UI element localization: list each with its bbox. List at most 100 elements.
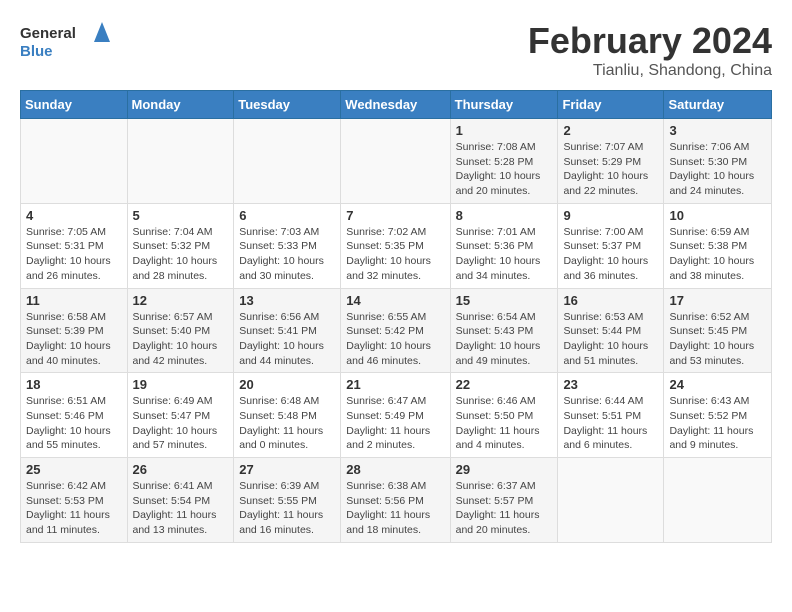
day-number: 25 <box>26 462 122 477</box>
page-header: General Blue February 2024 Tianliu, Shan… <box>20 20 772 80</box>
day-number: 22 <box>456 377 553 392</box>
day-info: Sunrise: 7:06 AM Sunset: 5:30 PM Dayligh… <box>669 140 766 199</box>
calendar-cell: 3 Sunrise: 7:06 AM Sunset: 5:30 PM Daylig… <box>664 119 772 204</box>
day-info: Sunrise: 6:49 AM Sunset: 5:47 PM Dayligh… <box>133 394 229 453</box>
day-number: 7 <box>346 208 444 223</box>
day-number: 4 <box>26 208 122 223</box>
day-number: 21 <box>346 377 444 392</box>
day-info: Sunrise: 6:47 AM Sunset: 5:49 PM Dayligh… <box>346 394 444 453</box>
header-day-tuesday: Tuesday <box>234 91 341 119</box>
calendar-cell: 5Sunrise: 7:04 AM Sunset: 5:32 PM Daylig… <box>127 203 234 288</box>
day-info: Sunrise: 6:51 AM Sunset: 5:46 PM Dayligh… <box>26 394 122 453</box>
calendar-cell <box>127 119 234 204</box>
location-label: Tianliu, Shandong, China <box>528 62 772 80</box>
calendar-cell: 24 Sunrise: 6:43 AM Sunset: 5:52 PM Dayli… <box>664 373 772 458</box>
day-info: Sunrise: 6:41 AM Sunset: 5:54 PM Dayligh… <box>133 479 229 538</box>
svg-text:Blue: Blue <box>20 43 53 60</box>
day-number: 23 <box>563 377 658 392</box>
title-block: February 2024 Tianliu, Shandong, China <box>528 20 772 80</box>
day-info: Sunrise: 7:07 AM Sunset: 5:29 PM Dayligh… <box>563 140 658 199</box>
day-info: Sunrise: 6:46 AM Sunset: 5:50 PM Dayligh… <box>456 394 553 453</box>
calendar-cell: 20 Sunrise: 6:48 AM Sunset: 5:48 PM Dayli… <box>234 373 341 458</box>
calendar-cell: 11 Sunrise: 6:58 AM Sunset: 5:39 PM Dayli… <box>21 288 128 373</box>
day-number: 27 <box>239 462 335 477</box>
calendar-cell: 12 Sunrise: 6:57 AM Sunset: 5:40 PM Dayli… <box>127 288 234 373</box>
calendar-cell: 18 Sunrise: 6:51 AM Sunset: 5:46 PM Dayli… <box>21 373 128 458</box>
day-number: 6 <box>239 208 335 223</box>
logo: General Blue <box>20 20 110 64</box>
calendar-cell: 26 Sunrise: 6:41 AM Sunset: 5:54 PM Dayli… <box>127 458 234 543</box>
day-number: 5 <box>133 208 229 223</box>
calendar-cell: 2 Sunrise: 7:07 AM Sunset: 5:29 PM Daylig… <box>558 119 664 204</box>
day-info: Sunrise: 7:02 AM Sunset: 5:35 PM Dayligh… <box>346 225 444 284</box>
calendar-cell <box>664 458 772 543</box>
header-day-friday: Friday <box>558 91 664 119</box>
calendar-cell: 28 Sunrise: 6:38 AM Sunset: 5:56 PM Dayli… <box>341 458 450 543</box>
calendar-cell: 25 Sunrise: 6:42 AM Sunset: 5:53 PM Dayli… <box>21 458 128 543</box>
calendar-cell <box>21 119 128 204</box>
calendar-cell: 17 Sunrise: 6:52 AM Sunset: 5:45 PM Dayli… <box>664 288 772 373</box>
header-day-sunday: Sunday <box>21 91 128 119</box>
calendar-cell: 27 Sunrise: 6:39 AM Sunset: 5:55 PM Dayli… <box>234 458 341 543</box>
day-number: 20 <box>239 377 335 392</box>
day-info: Sunrise: 6:53 AM Sunset: 5:44 PM Dayligh… <box>563 310 658 369</box>
day-info: Sunrise: 7:00 AM Sunset: 5:37 PM Dayligh… <box>563 225 658 284</box>
day-info: Sunrise: 6:37 AM Sunset: 5:57 PM Dayligh… <box>456 479 553 538</box>
day-number: 26 <box>133 462 229 477</box>
calendar-table: SundayMondayTuesdayWednesdayThursdayFrid… <box>20 90 772 543</box>
calendar-cell <box>341 119 450 204</box>
calendar-cell: 19 Sunrise: 6:49 AM Sunset: 5:47 PM Dayli… <box>127 373 234 458</box>
day-info: Sunrise: 6:39 AM Sunset: 5:55 PM Dayligh… <box>239 479 335 538</box>
calendar-cell: 23 Sunrise: 6:44 AM Sunset: 5:51 PM Dayli… <box>558 373 664 458</box>
day-number: 12 <box>133 293 229 308</box>
day-info: Sunrise: 6:54 AM Sunset: 5:43 PM Dayligh… <box>456 310 553 369</box>
day-info: Sunrise: 6:38 AM Sunset: 5:56 PM Dayligh… <box>346 479 444 538</box>
calendar-cell: 8Sunrise: 7:01 AM Sunset: 5:36 PM Daylig… <box>450 203 558 288</box>
calendar-cell <box>558 458 664 543</box>
calendar-cell: 14 Sunrise: 6:55 AM Sunset: 5:42 PM Dayli… <box>341 288 450 373</box>
calendar-cell: 22 Sunrise: 6:46 AM Sunset: 5:50 PM Dayli… <box>450 373 558 458</box>
day-info: Sunrise: 6:58 AM Sunset: 5:39 PM Dayligh… <box>26 310 122 369</box>
day-number: 19 <box>133 377 229 392</box>
day-number: 28 <box>346 462 444 477</box>
header-row: SundayMondayTuesdayWednesdayThursdayFrid… <box>21 91 772 119</box>
week-row-4: 18 Sunrise: 6:51 AM Sunset: 5:46 PM Dayli… <box>21 373 772 458</box>
day-number: 17 <box>669 293 766 308</box>
day-number: 11 <box>26 293 122 308</box>
day-number: 1 <box>456 123 553 138</box>
day-number: 16 <box>563 293 658 308</box>
day-info: Sunrise: 6:43 AM Sunset: 5:52 PM Dayligh… <box>669 394 766 453</box>
day-info: Sunrise: 7:08 AM Sunset: 5:28 PM Dayligh… <box>456 140 553 199</box>
svg-text:General: General <box>20 25 76 42</box>
day-number: 13 <box>239 293 335 308</box>
day-number: 9 <box>563 208 658 223</box>
week-row-2: 4Sunrise: 7:05 AM Sunset: 5:31 PM Daylig… <box>21 203 772 288</box>
day-info: Sunrise: 6:55 AM Sunset: 5:42 PM Dayligh… <box>346 310 444 369</box>
day-number: 24 <box>669 377 766 392</box>
day-number: 18 <box>26 377 122 392</box>
header-day-thursday: Thursday <box>450 91 558 119</box>
calendar-cell: 9 Sunrise: 7:00 AM Sunset: 5:37 PM Daylig… <box>558 203 664 288</box>
day-number: 3 <box>669 123 766 138</box>
day-info: Sunrise: 6:48 AM Sunset: 5:48 PM Dayligh… <box>239 394 335 453</box>
day-info: Sunrise: 6:57 AM Sunset: 5:40 PM Dayligh… <box>133 310 229 369</box>
calendar-cell: 13 Sunrise: 6:56 AM Sunset: 5:41 PM Dayli… <box>234 288 341 373</box>
day-number: 2 <box>563 123 658 138</box>
month-year-title: February 2024 <box>528 20 772 62</box>
day-info: Sunrise: 6:44 AM Sunset: 5:51 PM Dayligh… <box>563 394 658 453</box>
week-row-5: 25 Sunrise: 6:42 AM Sunset: 5:53 PM Dayli… <box>21 458 772 543</box>
day-info: Sunrise: 6:56 AM Sunset: 5:41 PM Dayligh… <box>239 310 335 369</box>
calendar-cell: 16 Sunrise: 6:53 AM Sunset: 5:44 PM Dayli… <box>558 288 664 373</box>
day-info: Sunrise: 6:52 AM Sunset: 5:45 PM Dayligh… <box>669 310 766 369</box>
calendar-cell: 7 Sunrise: 7:02 AM Sunset: 5:35 PM Daylig… <box>341 203 450 288</box>
calendar-cell: 1 Sunrise: 7:08 AM Sunset: 5:28 PM Daylig… <box>450 119 558 204</box>
day-number: 14 <box>346 293 444 308</box>
day-info: Sunrise: 6:42 AM Sunset: 5:53 PM Dayligh… <box>26 479 122 538</box>
calendar-cell: 4Sunrise: 7:05 AM Sunset: 5:31 PM Daylig… <box>21 203 128 288</box>
calendar-cell: 6Sunrise: 7:03 AM Sunset: 5:33 PM Daylig… <box>234 203 341 288</box>
day-number: 15 <box>456 293 553 308</box>
day-number: 29 <box>456 462 553 477</box>
calendar-cell <box>234 119 341 204</box>
week-row-3: 11 Sunrise: 6:58 AM Sunset: 5:39 PM Dayli… <box>21 288 772 373</box>
day-info: Sunrise: 6:59 AM Sunset: 5:38 PM Dayligh… <box>669 225 766 284</box>
